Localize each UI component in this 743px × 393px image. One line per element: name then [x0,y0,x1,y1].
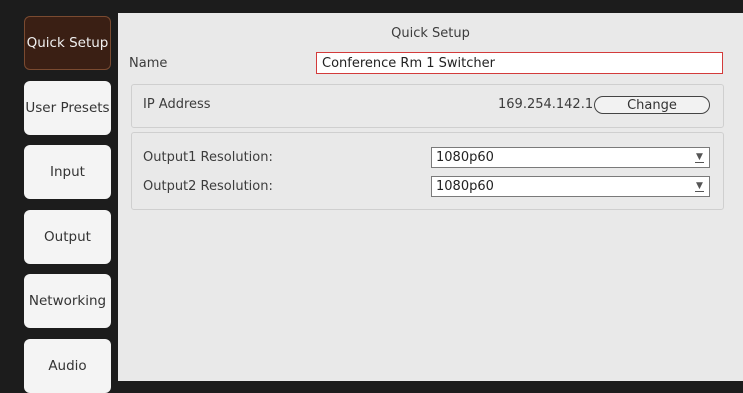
sidebar-item-quick-setup[interactable]: Quick Setup [24,16,111,70]
sidebar: Quick Setup User Presets Input Output Ne… [0,0,118,393]
page-title: Quick Setup [391,26,470,41]
sidebar-item-label: Output [44,229,91,245]
chevron-down-icon: ▼ [695,181,704,192]
change-ip-button[interactable]: Change [594,96,710,114]
output1-resolution-label: Output1 Resolution: [143,150,273,165]
output1-resolution-select[interactable]: 1080p60 ▼ [431,147,710,168]
output-resolution-group [131,132,724,210]
sidebar-item-networking[interactable]: Networking [24,274,111,328]
output2-resolution-label: Output2 Resolution: [143,179,273,194]
sidebar-item-label: Quick Setup [26,35,109,51]
name-field[interactable]: Conference Rm 1 Switcher [316,52,723,74]
ip-address-label: IP Address [143,97,211,112]
ip-address-value: 169.254.142.1 [498,97,594,112]
chevron-down-icon: ▼ [695,152,704,163]
sidebar-item-output[interactable]: Output [24,210,111,264]
sidebar-item-input[interactable]: Input [24,145,111,199]
output2-resolution-select[interactable]: 1080p60 ▼ [431,176,710,197]
output1-resolution-value: 1080p60 [436,150,494,165]
quick-setup-panel: Quick Setup Name Conference Rm 1 Switche… [118,13,743,381]
change-ip-button-label: Change [627,97,677,113]
sidebar-item-label: Audio [48,358,87,374]
sidebar-item-label: User Presets [25,100,110,116]
output2-resolution-value: 1080p60 [436,179,494,194]
sidebar-item-label: Networking [28,293,107,309]
sidebar-item-label: Input [50,164,85,180]
name-field-value: Conference Rm 1 Switcher [322,55,495,71]
sidebar-item-user-presets[interactable]: User Presets [24,81,111,135]
name-label: Name [129,56,168,71]
sidebar-item-audio[interactable]: Audio [24,339,111,393]
